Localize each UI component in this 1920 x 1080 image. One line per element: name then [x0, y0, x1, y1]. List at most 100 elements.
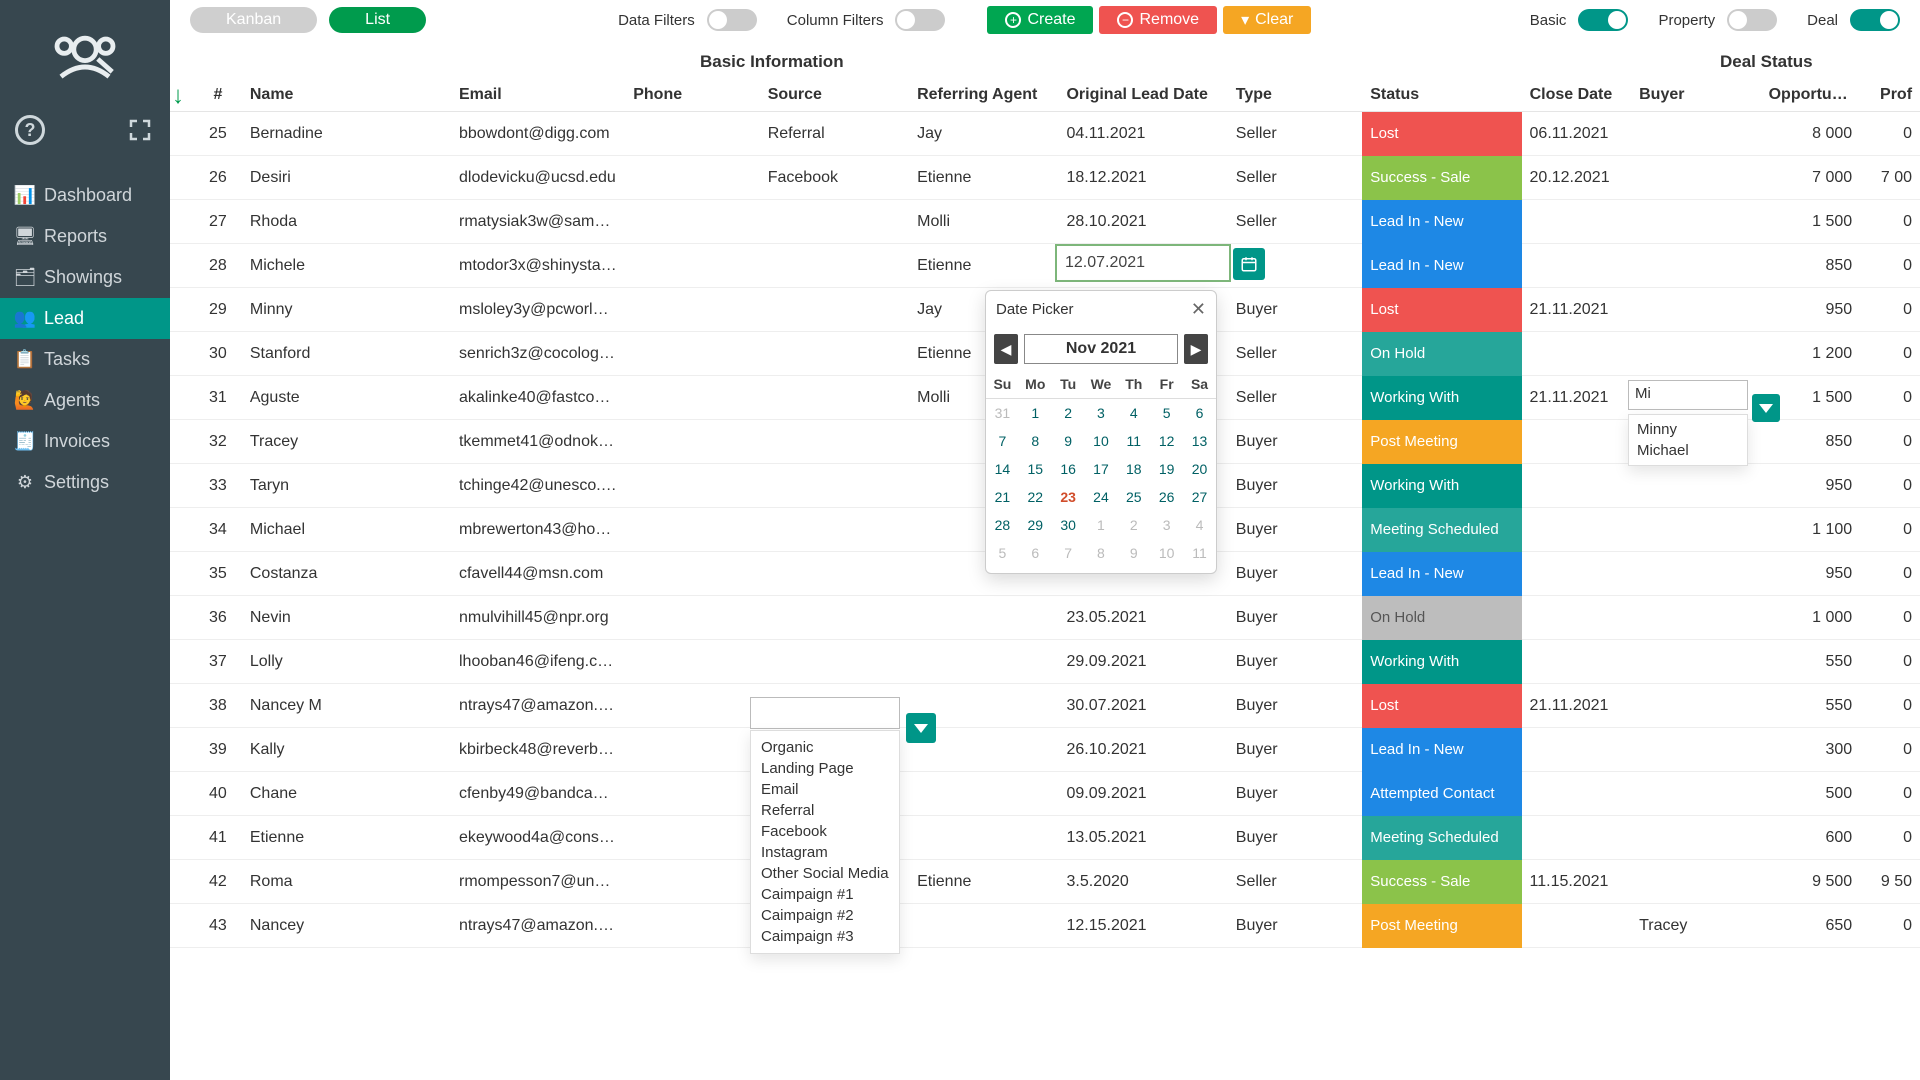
- cell-date[interactable]: 18.12.2021: [1059, 169, 1228, 187]
- cell-date[interactable]: 30.07.2021: [1059, 697, 1228, 715]
- dp-day[interactable]: 27: [1183, 483, 1216, 511]
- source-option[interactable]: Referral: [761, 800, 889, 821]
- dp-day[interactable]: 25: [1117, 483, 1150, 511]
- dp-day[interactable]: 6: [1183, 399, 1216, 428]
- cell-status[interactable]: Lost: [1362, 684, 1521, 728]
- cell-date[interactable]: 3.5.2020: [1059, 873, 1228, 891]
- source-option[interactable]: Email: [761, 779, 889, 800]
- dp-day[interactable]: 7: [1052, 539, 1085, 567]
- col-email[interactable]: Email: [451, 86, 625, 104]
- cell-status[interactable]: Lost: [1362, 288, 1521, 332]
- cell-status[interactable]: Attempted Contact: [1362, 772, 1521, 816]
- source-option[interactable]: Caimpaign #2: [761, 905, 889, 926]
- col-buyer[interactable]: Buyer: [1631, 86, 1760, 104]
- date-picker-open-button[interactable]: [1233, 248, 1265, 280]
- dp-day[interactable]: 8: [1085, 539, 1118, 567]
- cell-source[interactable]: Facebook: [760, 169, 909, 187]
- buyer-option[interactable]: Michael: [1637, 440, 1739, 461]
- table-row[interactable]: 43Nanceyntrays47@amazon.com12.15.2021Buy…: [170, 904, 1920, 948]
- dp-day[interactable]: 2: [1052, 399, 1085, 428]
- dp-day[interactable]: 19: [1150, 455, 1183, 483]
- dp-day[interactable]: 3: [1085, 399, 1118, 428]
- sidebar-item-agents[interactable]: 🙋Agents: [0, 380, 170, 421]
- col-phone[interactable]: Phone: [625, 86, 759, 104]
- dp-day[interactable]: 7: [986, 427, 1019, 455]
- expand-icon[interactable]: [125, 115, 155, 145]
- cell-status[interactable]: Lead In - New: [1362, 200, 1521, 244]
- cell-status[interactable]: Success - Sale: [1362, 156, 1521, 200]
- cell-status[interactable]: Working With: [1362, 376, 1521, 420]
- source-option[interactable]: Caimpaign #1: [761, 884, 889, 905]
- dp-day[interactable]: 22: [1019, 483, 1052, 511]
- dp-day[interactable]: 17: [1085, 455, 1118, 483]
- cell-date[interactable]: 04.11.2021: [1059, 125, 1228, 143]
- dp-day[interactable]: 4: [1117, 399, 1150, 428]
- data-filters-toggle[interactable]: [707, 9, 757, 31]
- dp-day[interactable]: 31: [986, 399, 1019, 428]
- table-row[interactable]: 37Lollylhooban46@ifeng.com29.09.2021Buye…: [170, 640, 1920, 684]
- cell-status[interactable]: On Hold: [1362, 332, 1521, 376]
- dp-day[interactable]: 14: [986, 455, 1019, 483]
- cell-date[interactable]: 29.09.2021: [1059, 653, 1228, 671]
- date-picker-next[interactable]: ▶: [1184, 334, 1208, 364]
- col-ref[interactable]: Referring Agent: [909, 86, 1058, 104]
- dp-day[interactable]: 21: [986, 483, 1019, 511]
- basic-toggle[interactable]: [1578, 9, 1628, 31]
- dp-day[interactable]: 29: [1019, 511, 1052, 539]
- table-row[interactable]: 25Bernadinebbowdont@digg.comReferralJay0…: [170, 112, 1920, 156]
- cell-status[interactable]: Lost: [1362, 112, 1521, 156]
- source-option[interactable]: Instagram: [761, 842, 889, 863]
- source-option[interactable]: Caimpaign #3: [761, 926, 889, 947]
- create-button[interactable]: +Create: [987, 6, 1093, 34]
- dp-day[interactable]: 1: [1085, 511, 1118, 539]
- dp-day[interactable]: 12: [1150, 427, 1183, 455]
- table-row[interactable]: 36Nevinnmulvihill45@npr.org23.05.2021Buy…: [170, 596, 1920, 640]
- dp-day[interactable]: 2: [1117, 511, 1150, 539]
- cell-date[interactable]: 09.09.2021: [1059, 785, 1228, 803]
- sidebar-item-tasks[interactable]: 📋Tasks: [0, 339, 170, 380]
- dp-day[interactable]: 9: [1052, 427, 1085, 455]
- buyer-option[interactable]: Minny: [1637, 419, 1739, 440]
- source-option[interactable]: Landing Page: [761, 758, 889, 779]
- deal-toggle[interactable]: [1850, 9, 1900, 31]
- dp-day[interactable]: 30: [1052, 511, 1085, 539]
- kanban-button[interactable]: Kanban: [190, 7, 317, 33]
- table-row[interactable]: 39Kallykbirbeck48@reverbnation.com26.10.…: [170, 728, 1920, 772]
- col-num[interactable]: #: [194, 86, 242, 104]
- sidebar-item-showings[interactable]: 🗂Showings: [0, 257, 170, 298]
- table-row[interactable]: 40Chanecfenby49@bandcamp.com09.09.2021Bu…: [170, 772, 1920, 816]
- cell-status[interactable]: Lead In - New: [1362, 244, 1521, 288]
- dp-day[interactable]: 5: [1150, 399, 1183, 428]
- col-name[interactable]: Name: [242, 86, 451, 104]
- dp-day[interactable]: 5: [986, 539, 1019, 567]
- table-row[interactable]: 41Etienneekeywood4a@constantcontact.com1…: [170, 816, 1920, 860]
- sidebar-item-invoices[interactable]: 🧾Invoices: [0, 421, 170, 462]
- dp-day[interactable]: 10: [1085, 427, 1118, 455]
- cell-status[interactable]: Success - Sale: [1362, 860, 1521, 904]
- dp-day[interactable]: 26: [1150, 483, 1183, 511]
- cell-status[interactable]: Working With: [1362, 464, 1521, 508]
- cell-status[interactable]: Working With: [1362, 640, 1521, 684]
- dp-day[interactable]: 20: [1183, 455, 1216, 483]
- cell-buyer[interactable]: Tracey: [1631, 917, 1760, 935]
- table-row[interactable]: 27Rhodarmatysiak3w@samsung.comMolli28.10…: [170, 200, 1920, 244]
- sidebar-item-reports[interactable]: 🖥Reports: [0, 216, 170, 257]
- dp-day[interactable]: 8: [1019, 427, 1052, 455]
- col-status[interactable]: Status: [1362, 86, 1521, 104]
- sidebar-item-settings[interactable]: ⚙Settings: [0, 462, 170, 503]
- cell-status[interactable]: Lead In - New: [1362, 728, 1521, 772]
- table-row[interactable]: 28Michelemtodor3x@shinystat.comEtienne12…: [170, 244, 1920, 288]
- sidebar-item-dashboard[interactable]: 📊Dashboard: [0, 175, 170, 216]
- cell-status[interactable]: Post Meeting: [1362, 420, 1521, 464]
- cell-status[interactable]: Lead In - New: [1362, 552, 1521, 596]
- cell-status[interactable]: Meeting Scheduled: [1362, 816, 1521, 860]
- dp-day[interactable]: 1: [1019, 399, 1052, 428]
- cell-source[interactable]: Referral: [760, 125, 909, 143]
- table-row[interactable]: 42Romarmompesson7@unc.eduEtienne3.5.2020…: [170, 860, 1920, 904]
- cell-status[interactable]: Meeting Scheduled: [1362, 508, 1521, 552]
- dp-day[interactable]: 15: [1019, 455, 1052, 483]
- table-row[interactable]: 38Nancey Mntrays47@amazon.com30.07.2021B…: [170, 684, 1920, 728]
- cell-date[interactable]: 13.05.2021: [1059, 829, 1228, 847]
- cell-date[interactable]: 28.10.2021: [1059, 213, 1228, 231]
- col-prof[interactable]: Prof: [1860, 86, 1920, 104]
